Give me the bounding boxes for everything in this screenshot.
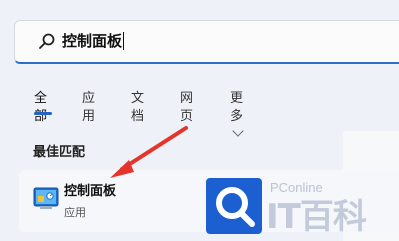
search-icon	[39, 33, 55, 49]
pconline-watermark: PConline IT百科	[206, 178, 399, 241]
watermark-brand: PConline	[270, 180, 323, 195]
tab-all[interactable]: 全部	[34, 90, 47, 126]
watermark-name: IT百科	[266, 197, 367, 237]
result-app-type: 应用	[64, 206, 86, 219]
search-input[interactable]: 控制面板	[14, 20, 399, 64]
chevron-down-icon	[232, 125, 244, 137]
tab-web[interactable]: 网页	[180, 90, 193, 126]
tab-more-label: 更多	[230, 91, 244, 124]
tab-documents[interactable]: 文档	[131, 90, 144, 126]
text-caret	[123, 32, 124, 50]
best-match-heading: 最佳匹配	[33, 145, 86, 160]
result-app-name: 控制面板	[64, 184, 117, 199]
pconline-logo	[206, 178, 262, 234]
tab-apps[interactable]: 应用	[82, 90, 95, 126]
search-query-text: 控制面板	[62, 32, 123, 50]
control-panel-icon	[33, 187, 59, 209]
magnifier-logo-icon	[216, 187, 255, 227]
tab-more[interactable]: 更多	[230, 90, 244, 144]
tab-active-indicator	[34, 112, 52, 115]
